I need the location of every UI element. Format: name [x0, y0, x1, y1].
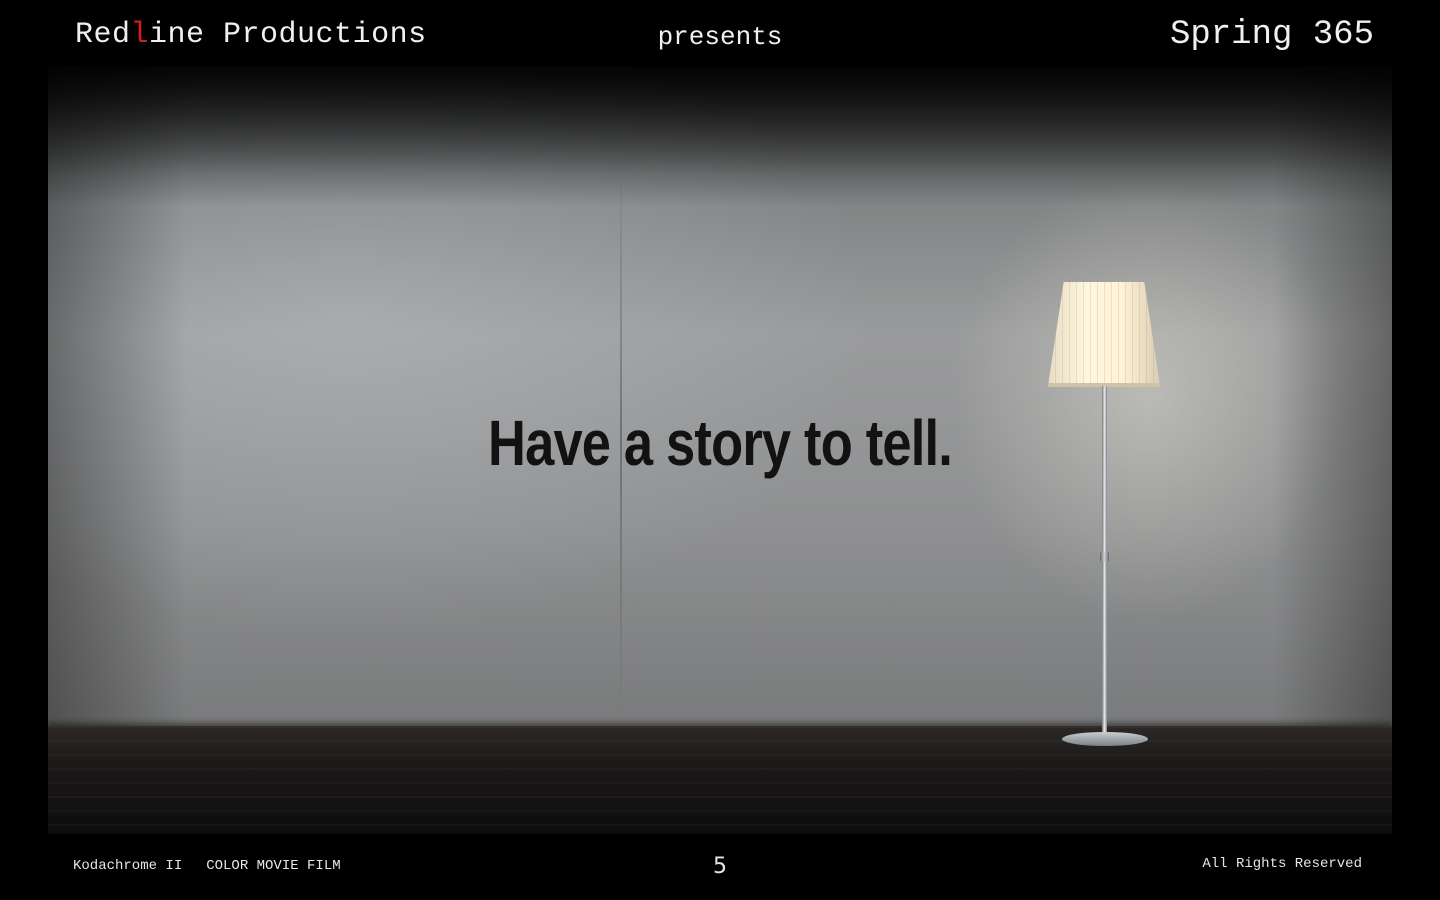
- wall-shadow-right: [1272, 66, 1392, 834]
- wall-shadow-left: [48, 66, 188, 834]
- wall-shadow-top: [48, 66, 1392, 206]
- lamp-shade-pleats: [1048, 282, 1160, 386]
- header-bar: Redline Productions presents Spring 365: [0, 0, 1440, 66]
- slide-stage: Have a story to tell.: [48, 66, 1392, 834]
- floor-lamp-icon: [1048, 282, 1168, 752]
- rights-notice: All Rights Reserved: [1202, 856, 1362, 872]
- footer-bar: Kodachrome II COLOR MOVIE FILM 5 All Righ…: [0, 834, 1440, 900]
- floor: [48, 726, 1392, 834]
- lamp-pole-joint: [1100, 552, 1109, 562]
- lamp-base: [1062, 732, 1148, 746]
- season-title: Spring 365: [1169, 16, 1374, 54]
